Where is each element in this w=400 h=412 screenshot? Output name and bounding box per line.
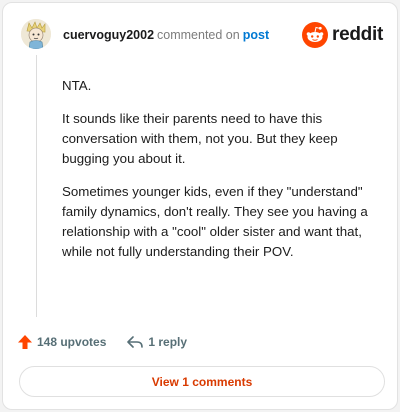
comment-meta: cuervoguy2002 commented on post (63, 28, 269, 42)
username[interactable]: cuervoguy2002 (63, 28, 154, 42)
commented-text: commented on (157, 28, 240, 42)
upvote-button[interactable]: 148 upvotes (17, 334, 106, 350)
reddit-wordmark: reddit (332, 24, 383, 45)
upvote-arrow-icon (18, 335, 32, 349)
post-link[interactable]: post (243, 28, 269, 42)
comment-body: NTA. It sounds like their parents need t… (62, 76, 382, 275)
reddit-logo[interactable]: reddit (302, 22, 383, 48)
view-comments-button[interactable]: View 1 comments (19, 366, 385, 397)
reply-arrow-icon (127, 336, 144, 348)
comment-header: cuervoguy2002 commented on post reddit (17, 17, 383, 53)
avatar[interactable] (21, 19, 51, 49)
reply-count: 1 reply (148, 335, 188, 349)
comment-card: cuervoguy2002 commented on post reddit NTA… (2, 2, 398, 410)
thread-line (36, 55, 37, 317)
reply-button[interactable]: 1 reply (126, 334, 187, 350)
reddit-logo-icon (302, 22, 329, 48)
comment-paragraph: It sounds like their parents need to hav… (62, 111, 338, 166)
comment-paragraph: NTA. (62, 78, 92, 93)
comment-paragraph: Sometimes younger kids, even if they "un… (62, 184, 368, 259)
comment-actions: 148 upvotes 1 reply (17, 331, 207, 353)
upvote-count: 148 upvotes (37, 335, 107, 349)
